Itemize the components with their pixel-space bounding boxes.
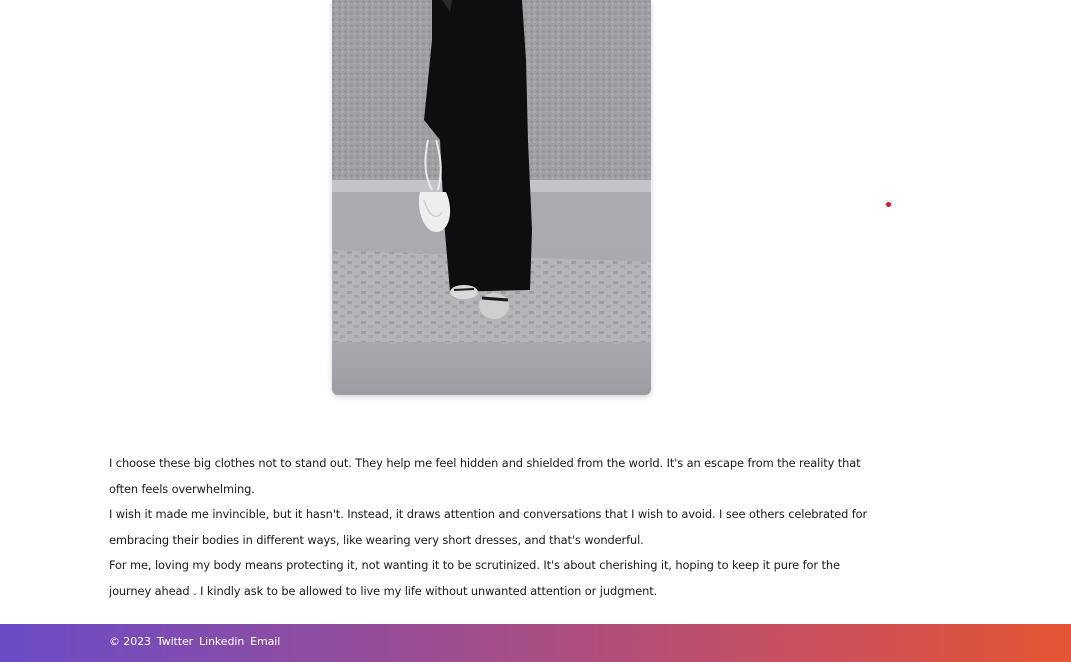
article-paragraph-2: I wish it made me invincible, but it has… (109, 507, 868, 547)
photo-image (332, 0, 651, 395)
twitter-link[interactable]: Twitter (157, 635, 193, 648)
footer-content: © 2023 Twitter Linkedin Email (109, 635, 280, 648)
page: I choose these big clothes not to stand … (0, 0, 1071, 662)
red-dot-marker (886, 202, 891, 207)
article-body: I choose these big clothes not to stand … (109, 451, 879, 604)
article-paragraph-3: For me, loving my body means protecting … (109, 558, 840, 598)
linkedin-link[interactable]: Linkedin (199, 635, 244, 648)
article-paragraph-1: I choose these big clothes not to stand … (109, 456, 861, 496)
copyright-text: © 2023 (109, 635, 151, 648)
photo-card (332, 0, 651, 395)
footer: © 2023 Twitter Linkedin Email (0, 624, 1071, 662)
email-link[interactable]: Email (250, 635, 280, 648)
